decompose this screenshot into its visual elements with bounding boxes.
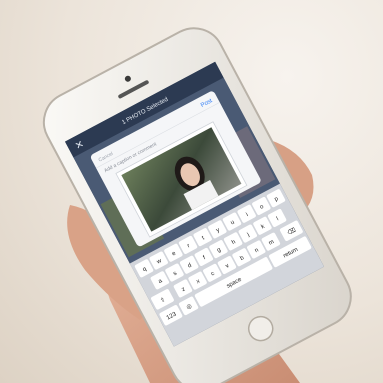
photo-scene: ✕ 1 PHOTO Selected Cancel Post Add a cap…	[0, 0, 383, 383]
phone: ✕ 1 PHOTO Selected Cancel Post Add a cap…	[42, 27, 352, 383]
scene-svg: ✕ 1 PHOTO Selected Cancel Post Add a cap…	[42, 27, 352, 383]
